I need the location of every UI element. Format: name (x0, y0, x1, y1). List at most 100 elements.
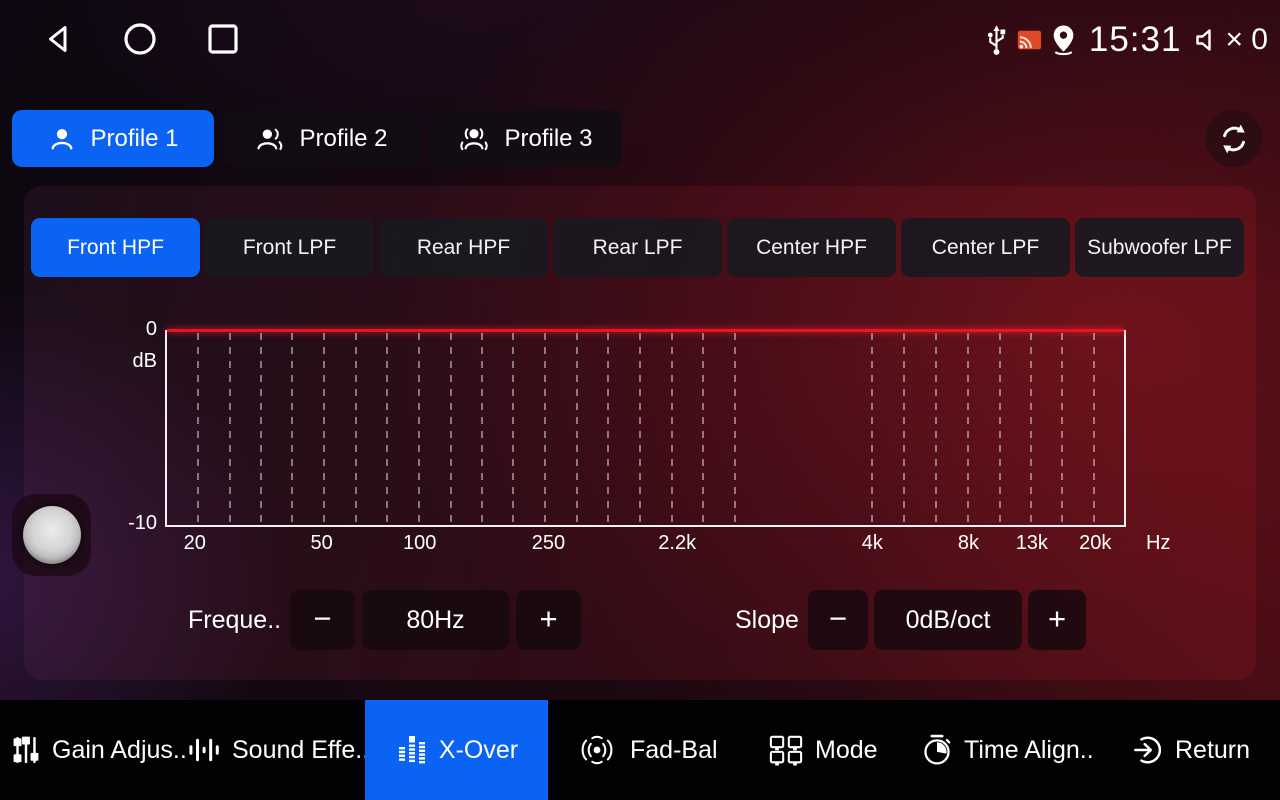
profile-button-2[interactable]: Profile 2 (224, 110, 418, 167)
gridline (607, 333, 609, 525)
gridline (544, 333, 546, 525)
x-tick-100: 100 (380, 532, 460, 555)
plot-area[interactable] (165, 330, 1126, 527)
profile-label: Profile 2 (299, 125, 387, 153)
cast-icon (1017, 30, 1042, 50)
gridline (871, 333, 873, 525)
frequency-minus-button[interactable]: − (290, 590, 355, 650)
x-tick-2-2k: 2.2k (637, 532, 717, 555)
gridline (386, 333, 388, 525)
sound-effect-icon (186, 734, 222, 766)
gridline (903, 333, 905, 525)
x-tick-20k: 20k (1055, 532, 1135, 555)
slope-plus-button[interactable]: + (1028, 590, 1086, 650)
time-align-icon (920, 733, 954, 767)
bottom-nav: Gain Adjus.. Sound Effe.. X-Over Fad-Bal Mod… (0, 700, 1280, 800)
x-axis: Hz 20501002502.2k4k8k13k20k (165, 532, 1126, 558)
profile-button-3[interactable]: Profile 3 (428, 110, 622, 167)
gain-adjust-icon (10, 734, 42, 766)
filter-tab-center-hpf[interactable]: Center HPF (727, 218, 896, 277)
tab-label: Center HPF (756, 236, 867, 260)
x-axis-unit: Hz (1146, 532, 1170, 555)
gridline (671, 333, 673, 525)
profile-button-1[interactable]: Profile 1 (12, 110, 214, 167)
nav-label: Return (1175, 736, 1250, 765)
nav-label: Mode (815, 736, 878, 765)
slope-value: 0dB/oct (874, 590, 1022, 650)
gridline (935, 333, 937, 525)
nav-item-gain-adjus[interactable]: Gain Adjus.. (10, 700, 187, 800)
gridline (512, 333, 514, 525)
person-icon (47, 124, 77, 154)
nav-label: Time Align.. (964, 736, 1094, 765)
profile-label: Profile 3 (504, 125, 592, 153)
y-tick-min10: -10 (97, 512, 157, 535)
person-3-icon (457, 124, 491, 154)
knob-circle-icon (23, 506, 81, 564)
status-icons: 15:31 × 0 (984, 0, 1268, 80)
usb-icon (984, 24, 1009, 57)
gridline (229, 333, 231, 525)
gridline (197, 333, 199, 525)
gridline (481, 333, 483, 525)
frequency-label: Freque.. (188, 590, 281, 650)
android-recents-button[interactable] (203, 20, 243, 60)
filter-tab-subwoofer-lpf[interactable]: Subwoofer LPF (1075, 218, 1244, 277)
reset-button[interactable] (1205, 110, 1262, 167)
nav-item-x-over[interactable]: X-Over (365, 700, 548, 800)
main-panel: Front HPFFront LPF Rear HPF Rear LPF Center… (24, 186, 1256, 680)
nav-label: Gain Adjus.. (52, 736, 187, 765)
nav-item-sound-effe[interactable]: Sound Effe.. (186, 700, 369, 800)
filter-tab-rear-lpf[interactable]: Rear LPF (553, 218, 722, 277)
nav-item-mode[interactable]: Mode (767, 700, 878, 800)
filter-tab-front-lpf[interactable]: Front LPF (205, 218, 374, 277)
gridline (450, 333, 452, 525)
tab-label: Rear LPF (593, 236, 683, 260)
gridline (999, 333, 1001, 525)
slope-minus-button[interactable]: − (808, 590, 868, 650)
gridline (734, 333, 736, 525)
gridline (260, 333, 262, 525)
recents-icon (205, 21, 241, 57)
filter-tabs: Front HPFFront LPF Rear HPF Rear LPF Center… (31, 218, 1244, 277)
nav-item-return[interactable]: Return (1131, 700, 1250, 800)
profile-row: Profile 1 Profile 2 Profile 3 (12, 110, 622, 167)
fad-bal-icon (574, 733, 620, 767)
x-tick-250: 250 (508, 532, 588, 555)
y-tick-0: 0 (97, 318, 157, 341)
gridline (967, 333, 969, 525)
gridline (355, 333, 357, 525)
gridline (291, 333, 293, 525)
filter-tab-rear-hpf[interactable]: Rear HPF (379, 218, 548, 277)
android-back-button[interactable] (38, 20, 78, 60)
frequency-plus-button[interactable]: + (516, 590, 581, 650)
head-unit-screen: 15:31 × 0 Profile 1 Profile 2 Profile 3 Fr… (0, 0, 1280, 800)
home-icon (122, 21, 158, 57)
status-bar: 15:31 × 0 (0, 0, 1280, 80)
filter-tab-center-lpf[interactable]: Center LPF (901, 218, 1070, 277)
mode-icon (767, 733, 805, 767)
x-tick-50: 50 (282, 532, 362, 555)
android-home-button[interactable] (120, 20, 160, 60)
nav-item-time-align[interactable]: Time Align.. (920, 700, 1094, 800)
nav-label: Sound Effe.. (232, 736, 369, 765)
volume-status: × 0 (1193, 23, 1268, 57)
gridline (1030, 333, 1032, 525)
nav-label: X-Over (439, 736, 518, 765)
person-2-icon (254, 124, 286, 154)
tab-label: Rear HPF (417, 236, 510, 260)
gridline (418, 333, 420, 525)
gridline (702, 333, 704, 525)
y-axis-unit: dB (97, 350, 157, 373)
filter-tab-front-hpf[interactable]: Front HPF (31, 218, 200, 277)
nav-item-fad-bal[interactable]: Fad-Bal (574, 700, 718, 800)
volume-level: × 0 (1225, 23, 1268, 57)
sync-icon (1217, 122, 1251, 156)
gridline (1093, 333, 1095, 525)
clock: 15:31 (1089, 20, 1182, 60)
return-icon (1131, 733, 1165, 767)
back-icon (40, 21, 76, 57)
gridline (323, 333, 325, 525)
gridline (1061, 333, 1063, 525)
floating-assist-knob[interactable] (12, 494, 91, 576)
